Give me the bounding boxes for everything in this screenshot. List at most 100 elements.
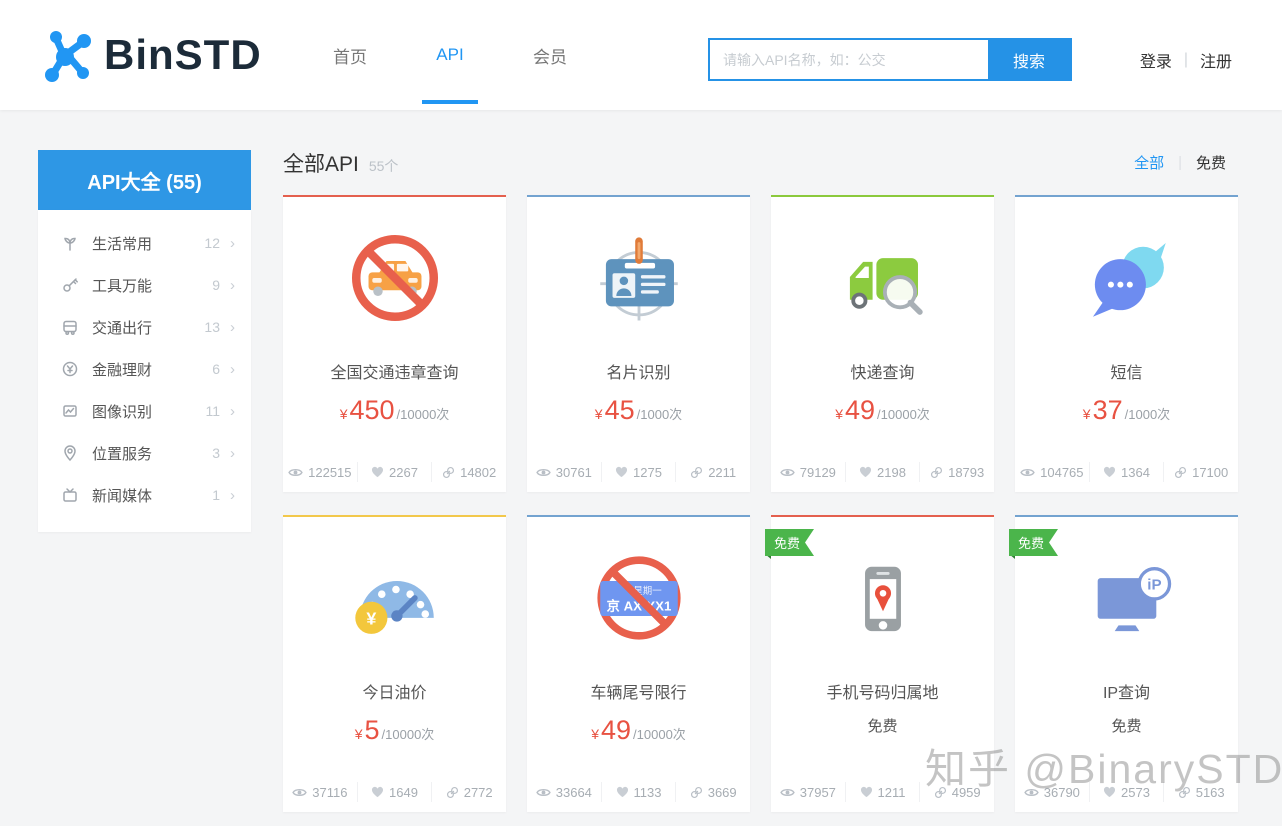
sidebar-item-label: 生活常用 xyxy=(92,235,153,253)
nav-item-home[interactable]: 首页 xyxy=(300,0,400,110)
api-price: ¥ 45 /1000次 xyxy=(527,395,750,426)
api-price: ¥ 5 /10000次 xyxy=(283,715,506,746)
sidebar-item-location[interactable]: 位置服务 3 › xyxy=(38,432,251,474)
brand-logo-icon xyxy=(45,31,91,82)
price-unit: /1000次 xyxy=(636,407,683,422)
sidebar-item-image[interactable]: 图像识别 11 › xyxy=(38,390,251,432)
api-title: 快递查询 xyxy=(850,365,915,382)
api-title: 今日油价 xyxy=(362,685,427,702)
sidebar-item-count: 13 xyxy=(204,319,220,335)
nav-item-api[interactable]: API xyxy=(400,0,500,110)
bus-icon xyxy=(60,317,80,337)
search-button[interactable]: 搜索 xyxy=(988,40,1070,79)
eye-icon xyxy=(780,468,795,476)
search-bar: 搜索 xyxy=(708,38,1072,81)
price-unit: /1000次 xyxy=(1124,407,1171,422)
sidebar-item-tools[interactable]: 工具万能 9 › xyxy=(38,264,251,306)
api-stats: 122515 2267 14802 xyxy=(283,452,506,492)
links-count: 2772 xyxy=(463,784,493,800)
sidebar-item-label: 图像识别 xyxy=(92,403,153,421)
price-value: 45 xyxy=(604,395,635,425)
sidebar-item-news[interactable]: 新闻媒体 1 › xyxy=(38,474,251,516)
tv-icon xyxy=(60,485,80,505)
api-price: 免费 xyxy=(771,715,994,736)
heart-icon xyxy=(372,786,384,798)
currency-symbol: ¥ xyxy=(591,726,599,742)
filter-all[interactable]: 全部 xyxy=(1134,152,1164,173)
category-sidebar: API大全 (55) 生活常用 12 › 工具万能 9 › 交通出行 13 › … xyxy=(38,150,251,532)
brand-logo[interactable]: BinSTD xyxy=(38,26,262,84)
currency-symbol: ¥ xyxy=(339,406,348,422)
api-stats: 104765 1364 17100 xyxy=(1015,452,1238,492)
svg-text:iP: iP xyxy=(1147,576,1161,593)
currency-symbol: ¥ xyxy=(1082,406,1091,422)
filter-bar: 全部 | 免费 xyxy=(1134,152,1226,173)
price-value: 450 xyxy=(349,395,395,425)
idcard-icon xyxy=(527,197,750,359)
api-price: ¥ 49 /10000次 xyxy=(527,715,750,746)
price-value: 5 xyxy=(364,715,380,745)
heart-icon xyxy=(1104,466,1116,478)
api-title: 名片识别 xyxy=(606,365,671,382)
sidebar-item-traffic[interactable]: 交通出行 13 › xyxy=(38,306,251,348)
views-count: 37116 xyxy=(312,784,348,800)
links-count: 17100 xyxy=(1192,464,1229,480)
api-card-plate-restriction[interactable]: 星期一 京 AX·XX1 车辆尾号限行 ¥ 49 /10000次 33664 1… xyxy=(527,515,750,812)
sidebar-item-life[interactable]: 生活常用 12 › xyxy=(38,222,251,264)
price-unit: /10000次 xyxy=(396,407,450,422)
nav-item-member[interactable]: 会员 xyxy=(500,0,600,110)
api-card-ip-lookup[interactable]: 免费 iP IP查询 免费 36790 2573 5163 xyxy=(1009,515,1238,812)
links-count: 4959 xyxy=(951,784,981,800)
life-icon xyxy=(60,233,80,253)
top-header: BinSTD 首页 API 会员 搜索 登录 | 注册 xyxy=(0,0,1282,110)
likes-count: 2198 xyxy=(877,464,906,480)
sidebar-item-label: 位置服务 xyxy=(92,445,153,463)
sidebar-item-finance[interactable]: 金融理财 6 › xyxy=(38,348,251,390)
api-title: 短信 xyxy=(1110,365,1143,382)
login-link[interactable]: 登录 xyxy=(1140,48,1172,72)
content-title: 全部API 55个 xyxy=(283,148,398,178)
api-card-traffic-violation[interactable]: 全国交通违章查询 ¥ 450 /10000次 122515 2267 14802 xyxy=(283,195,506,492)
api-card-express-tracking[interactable]: 快递查询 ¥ 49 /10000次 79129 2198 18793 xyxy=(771,195,994,492)
likes-count: 1364 xyxy=(1121,464,1150,480)
chevron-right-icon: › xyxy=(230,402,235,420)
price-value: 37 xyxy=(1092,395,1123,425)
api-card-business-card-ocr[interactable]: 名片识别 ¥ 45 /1000次 30761 1275 2211 xyxy=(527,195,750,492)
link-icon xyxy=(443,466,455,478)
api-card-phone-location[interactable]: 免费 手机号码归属地 免费 37957 1211 4959 xyxy=(765,515,994,812)
sidebar-item-label: 工具万能 xyxy=(92,277,153,295)
api-card-oil-price[interactable]: ¥ 今日油价 ¥ 5 /10000次 37116 1649 2772 xyxy=(283,515,506,812)
api-stats: 30761 1275 2211 xyxy=(527,452,750,492)
eye-icon xyxy=(1020,468,1035,476)
coin-icon xyxy=(60,359,80,379)
heart-icon xyxy=(372,466,384,478)
chevron-right-icon: › xyxy=(230,444,235,462)
image-icon xyxy=(60,401,80,421)
links-count: 5163 xyxy=(1195,784,1225,800)
heart-icon xyxy=(860,786,872,798)
api-card-sms[interactable]: 短信 ¥ 37 /1000次 104765 1364 17100 xyxy=(1015,195,1238,492)
register-link[interactable]: 注册 xyxy=(1200,48,1232,72)
api-price: ¥ 49 /10000次 xyxy=(771,395,994,426)
api-title: IP查询 xyxy=(1102,685,1151,702)
chevron-right-icon: › xyxy=(230,486,235,504)
link-icon xyxy=(1175,466,1187,478)
gauge-icon: ¥ xyxy=(283,517,506,679)
api-price: ¥ 37 /1000次 xyxy=(1015,395,1238,426)
sidebar-item-count: 9 xyxy=(212,277,220,293)
likes-count: 2267 xyxy=(389,464,418,480)
plate-icon: 星期一 京 AX·XX1 xyxy=(527,517,750,679)
api-stats: 37116 1649 2772 xyxy=(283,772,506,812)
filter-separator: | xyxy=(1178,154,1182,171)
views-count: 79129 xyxy=(799,464,836,480)
price-value: 49 xyxy=(844,395,876,425)
sidebar-item-count: 12 xyxy=(204,235,220,251)
filter-free[interactable]: 免费 xyxy=(1196,152,1226,173)
search-input[interactable] xyxy=(710,40,988,79)
link-icon xyxy=(931,466,943,478)
sms-icon xyxy=(1015,197,1238,359)
api-stats: 33664 1133 3669 xyxy=(527,772,750,812)
link-icon xyxy=(691,466,703,478)
views-count: 30761 xyxy=(555,464,592,480)
truck-icon xyxy=(771,197,994,359)
